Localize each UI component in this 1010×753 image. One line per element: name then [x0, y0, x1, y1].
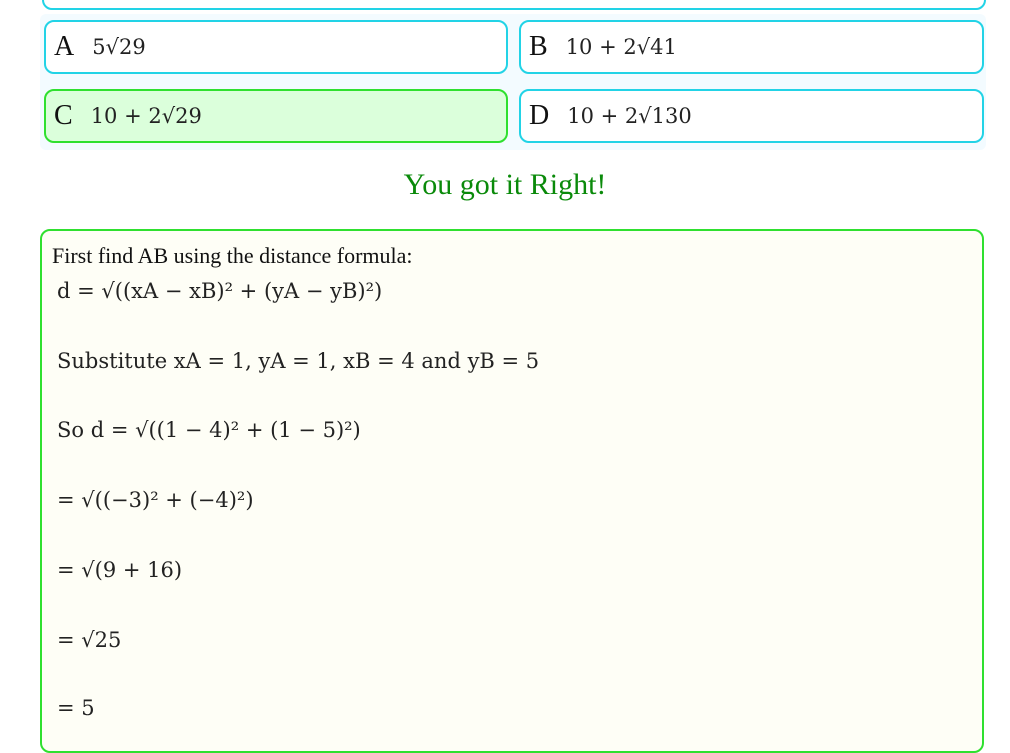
- option-letter: D: [529, 100, 550, 131]
- solution-panel: First find AB using the distance formula…: [40, 229, 984, 753]
- option-letter: B: [529, 31, 548, 62]
- option-d[interactable]: D 10 + 2√130: [519, 89, 984, 143]
- option-letter: C: [54, 100, 73, 131]
- solution-step: = √25: [57, 628, 122, 652]
- option-a[interactable]: A 5√29: [44, 20, 508, 74]
- option-c[interactable]: C 10 + 2√29: [44, 89, 508, 143]
- solution-intro: First find AB using the distance formula…: [52, 243, 413, 268]
- option-value: 10 + 2√29: [90, 104, 202, 128]
- option-b[interactable]: B 10 + 2√41: [519, 20, 984, 74]
- option-value: 5√29: [92, 35, 146, 59]
- previous-question-card: [42, 0, 986, 10]
- solution-step: = 5: [57, 696, 95, 720]
- option-value: 10 + 2√130: [567, 104, 692, 128]
- solution-step: So d = √((1 − 4)² + (1 − 5)²): [57, 418, 361, 442]
- solution-step: d = √((xA − xB)² + (yA − yB)²): [57, 279, 383, 303]
- option-letter: A: [54, 31, 75, 62]
- solution-step: = √((−3)² + (−4)²): [57, 488, 254, 512]
- solution-step: Substitute xA = 1, yA = 1, xB = 4 and yB…: [57, 349, 540, 373]
- solution-step: = √(9 + 16): [57, 558, 183, 582]
- feedback-message: You got it Right!: [403, 168, 607, 201]
- option-value: 10 + 2√41: [565, 35, 677, 59]
